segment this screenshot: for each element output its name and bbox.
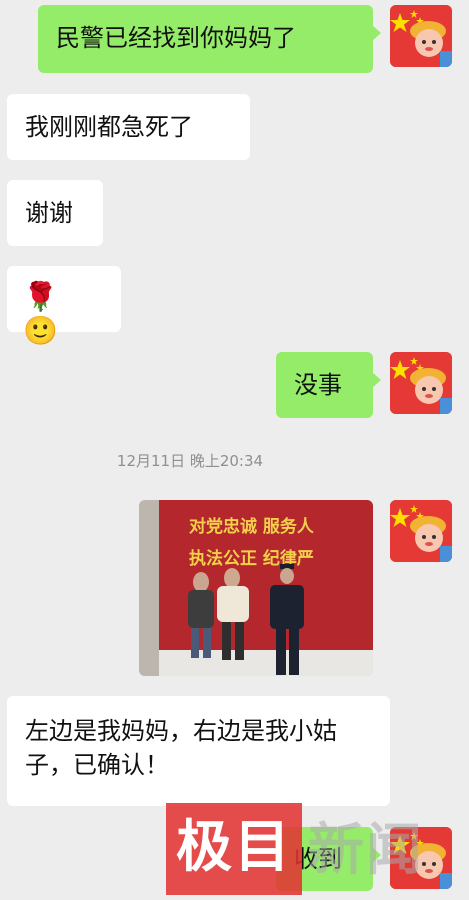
avatar-image: [390, 500, 452, 562]
avatar-image: [390, 5, 452, 67]
message-bubble-sent[interactable]: 收到: [276, 827, 381, 891]
avatar[interactable]: [390, 5, 452, 67]
message-bubble-sent[interactable]: 没事: [276, 352, 381, 418]
timestamp: 12月11日 晚上20:34: [116, 452, 264, 470]
message-bubble-received[interactable]: 我刚刚都急死了: [7, 94, 250, 160]
avatar-image: [390, 827, 452, 889]
message-bubble-received[interactable]: 谢谢: [7, 180, 103, 246]
avatar-image: [390, 352, 452, 414]
message-bubble-received[interactable]: 左边是我妈妈，右边是我小姑子，已确认！: [7, 696, 390, 806]
avatar[interactable]: [390, 352, 452, 414]
avatar[interactable]: [390, 827, 452, 889]
avatar[interactable]: [390, 500, 452, 562]
smile-emoji-icon: 🙂: [23, 314, 66, 347]
banner-line-1: 对党忠诚 服务人: [189, 516, 315, 537]
rose-emoji-icon: 🌹: [23, 280, 66, 313]
message-bubble-sent[interactable]: 民警已经找到你妈妈了: [38, 5, 381, 73]
police-photo: 对党忠诚 服务人 执法公正 纪律严: [139, 500, 373, 676]
image-message[interactable]: 对党忠诚 服务人 执法公正 纪律严: [139, 500, 373, 676]
message-bubble-received[interactable]: 🌹🙂: [7, 266, 121, 347]
banner-line-2: 执法公正 纪律严: [189, 548, 314, 569]
